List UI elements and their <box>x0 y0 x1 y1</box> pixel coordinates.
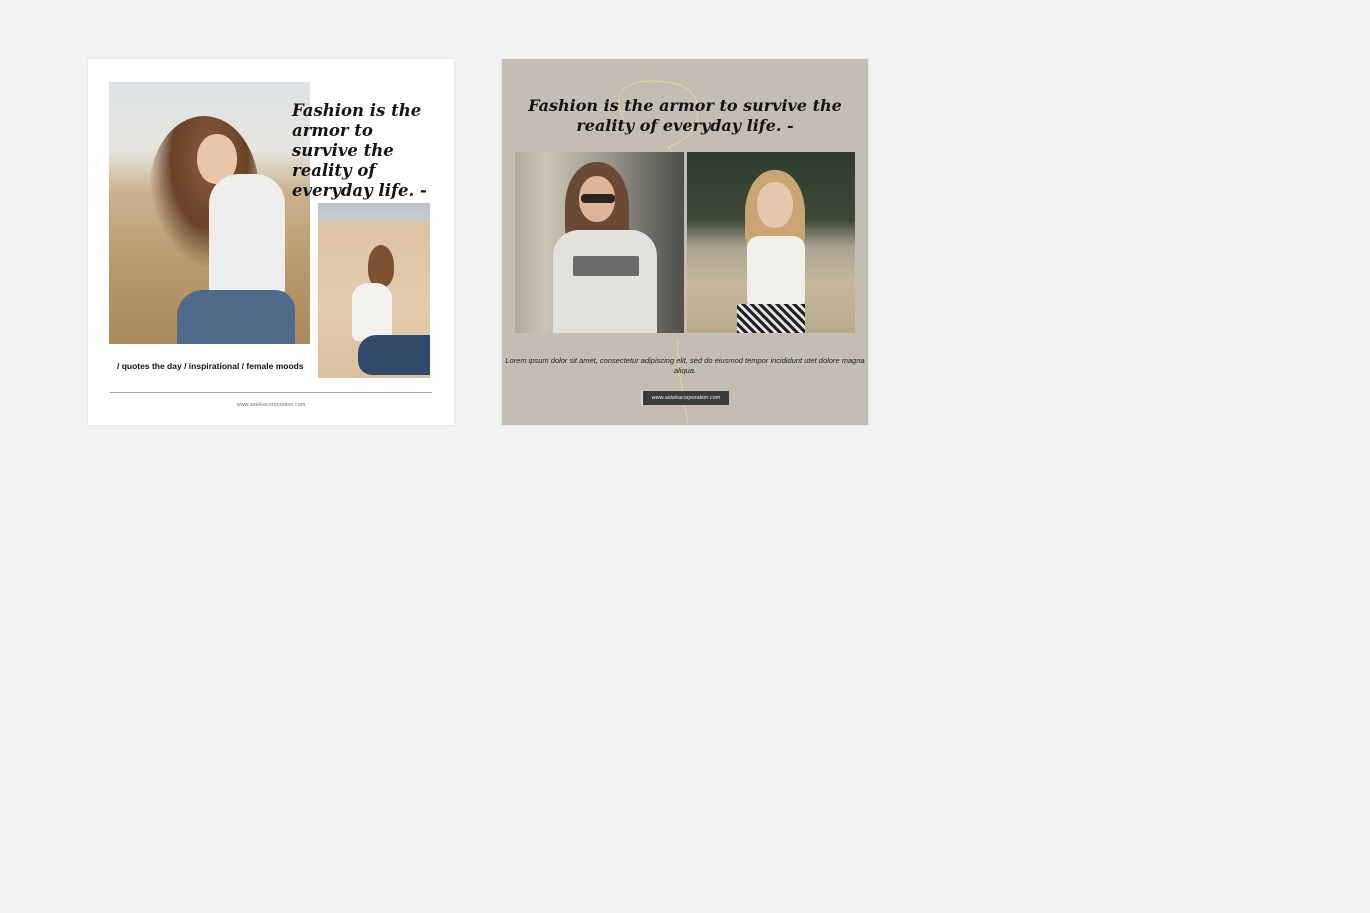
website-url: www.astekacorporation.com <box>236 402 306 408</box>
website-url-badge[interactable]: www.astekacorporation.com <box>641 391 729 405</box>
template-card-light[interactable]: Fashion is the armor to survive the real… <box>88 59 454 425</box>
photo-woman-on-sand <box>318 203 430 378</box>
quote-text: Fashion is the armor to survive the real… <box>528 96 842 135</box>
tags-line: / quotes the day / inspirational / femal… <box>117 361 304 371</box>
photo-top <box>747 236 805 308</box>
divider <box>110 392 432 393</box>
body-text: Lorem ipsum dolor sit amet, consectetur … <box>505 356 865 375</box>
quote-text: Fashion is the armor to survive the real… <box>292 101 427 200</box>
photo-face <box>757 182 793 228</box>
canvas: Fashion is the armor to survive the real… <box>0 0 1370 913</box>
template-card-beige[interactable]: Fashion is the armor to survive the real… <box>502 59 868 425</box>
sunglasses-icon <box>581 194 615 203</box>
photo-jeans <box>177 290 295 344</box>
photo-shirt <box>553 230 657 333</box>
photo-woman-sunglasses <box>515 152 684 333</box>
photo-shirt <box>209 174 285 296</box>
photo-woman-in-grass <box>687 152 855 333</box>
photo-skirt <box>737 304 805 333</box>
photo-jeans <box>358 335 430 375</box>
photo-hair <box>368 245 394 287</box>
shirt-print <box>573 256 639 276</box>
photo-shirt <box>352 283 392 341</box>
photo-woman-in-field <box>109 82 310 344</box>
